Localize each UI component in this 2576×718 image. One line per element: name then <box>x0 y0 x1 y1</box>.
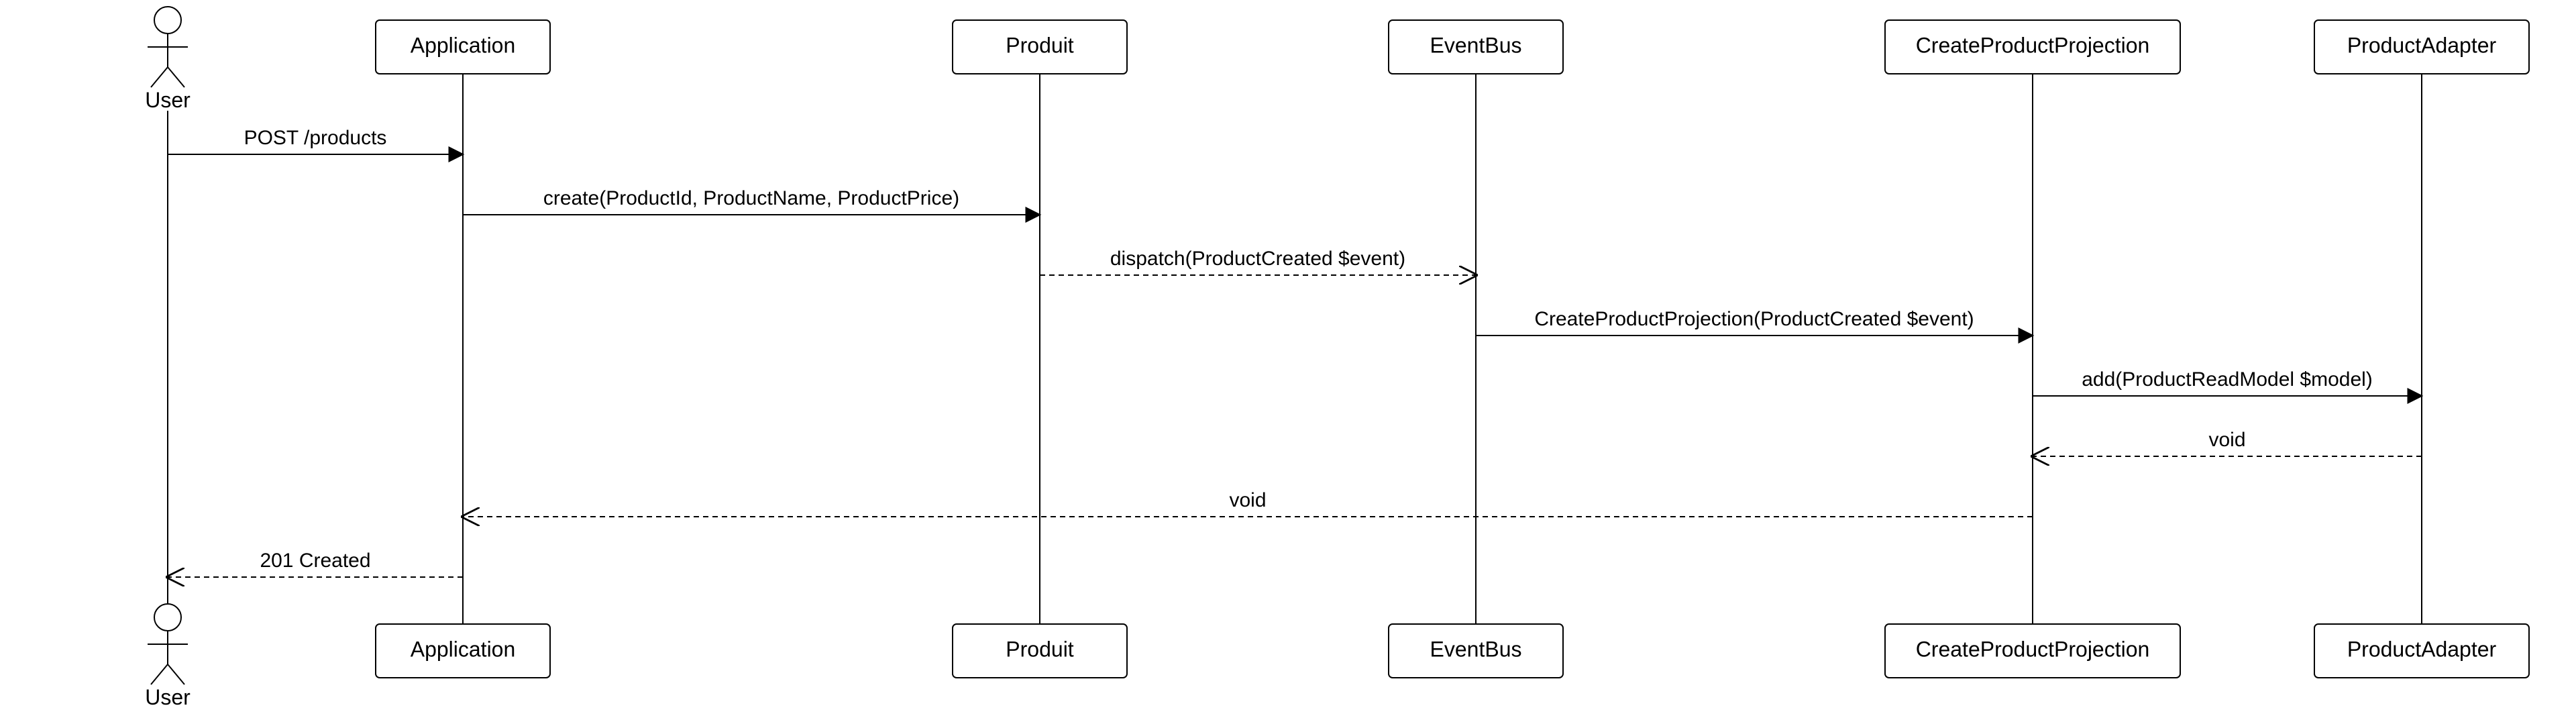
message-create-label: create(ProductId, ProductName, ProductPr… <box>543 187 959 209</box>
lifeline-projection-label-bottom: CreateProductProjection <box>1916 637 2150 661</box>
message-create: create(ProductId, ProductName, ProductPr… <box>463 187 1040 215</box>
actor-label-top: User <box>145 88 191 112</box>
lifeline-produit-label-bottom: Produit <box>1006 637 1074 661</box>
message-201-created-label: 201 Created <box>260 550 370 572</box>
sequence-diagram: User Application Produit EventBus Create… <box>0 0 2576 718</box>
lifeline-eventbus-bottom: EventBus <box>1389 624 1563 678</box>
lifeline-projection-bottom: CreateProductProjection <box>1885 624 2180 678</box>
message-projection-call: CreateProductProjection(ProductCreated $… <box>1476 308 2033 336</box>
lifeline-application-label-bottom: Application <box>411 637 516 661</box>
message-dispatch: dispatch(ProductCreated $event) <box>1040 248 1476 275</box>
lifeline-produit-label-top: Produit <box>1006 33 1074 57</box>
lifeline-eventbus-label-bottom: EventBus <box>1430 637 1522 661</box>
lifeline-adapter-top: ProductAdapter <box>2314 20 2529 74</box>
actor-user-top: User <box>145 7 191 112</box>
message-return-void-2: void <box>463 489 2033 517</box>
message-return-void-2-label: void <box>1229 489 1266 511</box>
lifeline-produit-top: Produit <box>953 20 1127 74</box>
message-add-label: add(ProductReadModel $model) <box>2082 368 2373 391</box>
actor-user-bottom: User <box>145 604 191 709</box>
message-dispatch-label: dispatch(ProductCreated $event) <box>1110 248 1405 270</box>
message-projection-call-label: CreateProductProjection(ProductCreated $… <box>1534 308 1974 330</box>
lifeline-adapter-label-top: ProductAdapter <box>2347 33 2497 57</box>
lifeline-projection-top: CreateProductProjection <box>1885 20 2180 74</box>
lifeline-eventbus-label-top: EventBus <box>1430 33 1522 57</box>
lifeline-adapter-bottom: ProductAdapter <box>2314 624 2529 678</box>
lifeline-adapter-label-bottom: ProductAdapter <box>2347 637 2497 661</box>
message-add: add(ProductReadModel $model) <box>2033 368 2422 396</box>
message-201-created: 201 Created <box>168 550 463 577</box>
lifeline-application-top: Application <box>376 20 550 74</box>
lifeline-eventbus-top: EventBus <box>1389 20 1563 74</box>
actor-label-bottom: User <box>145 685 191 709</box>
message-return-void-1: void <box>2033 429 2422 456</box>
message-post-products: POST /products <box>168 127 463 154</box>
message-post-products-label: POST /products <box>244 127 387 149</box>
message-return-void-1-label: void <box>2208 429 2245 451</box>
lifeline-application-label-top: Application <box>411 33 516 57</box>
lifeline-projection-label-top: CreateProductProjection <box>1916 33 2150 57</box>
lifeline-application-bottom: Application <box>376 624 550 678</box>
lifeline-produit-bottom: Produit <box>953 624 1127 678</box>
